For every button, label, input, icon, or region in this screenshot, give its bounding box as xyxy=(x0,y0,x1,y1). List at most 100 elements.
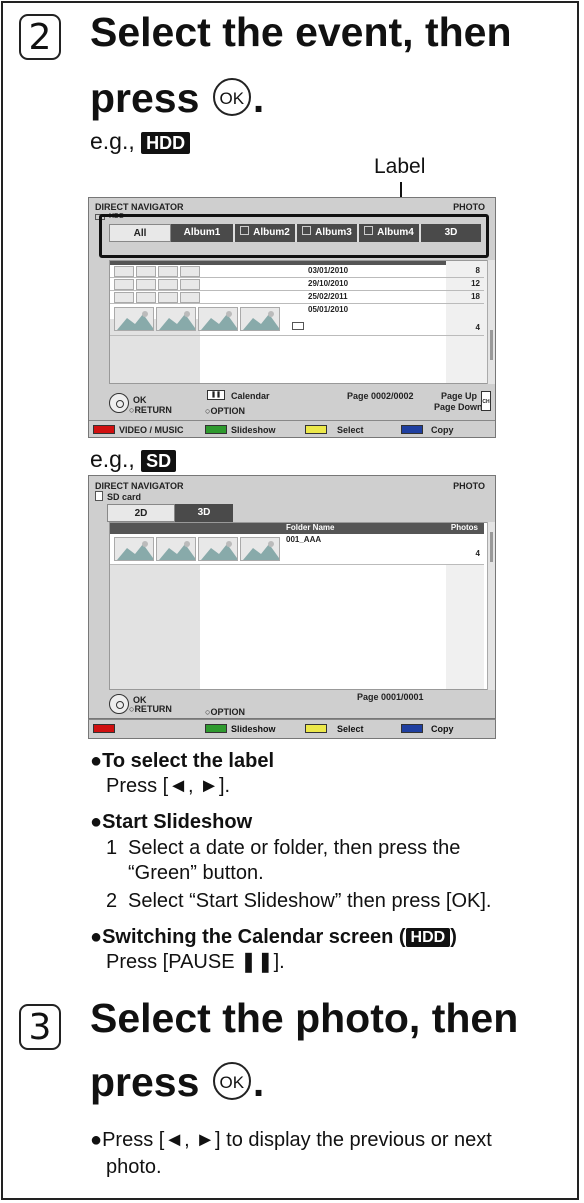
note-calendar-text: Press [PAUSE ❚❚]. xyxy=(106,951,285,973)
calendar-hint: Calendar xyxy=(231,391,270,401)
thumbnail xyxy=(180,292,200,303)
note-label-title: ●To select the label xyxy=(90,750,274,772)
photo-thumbnail xyxy=(198,307,238,331)
hdd-badge: HDD xyxy=(141,131,191,154)
dpad-icon xyxy=(109,393,129,413)
folder-list-panel: Folder Name Photos 001_AAA 4 xyxy=(109,522,489,690)
thumbnail-strip xyxy=(114,279,200,290)
dpad-icon xyxy=(109,694,129,714)
thumbnail xyxy=(158,292,178,303)
option-hint: ○OPTION xyxy=(205,707,245,717)
note-label-title-text: To select the label xyxy=(102,750,274,772)
drive-label: SD card xyxy=(107,492,142,502)
blue-button[interactable] xyxy=(401,425,423,434)
thumbnail-strip-large xyxy=(114,537,280,561)
scrollbar-thumb[interactable] xyxy=(490,532,493,562)
sd-card-icon xyxy=(95,491,103,501)
green-button-label: Slideshow xyxy=(231,724,276,734)
return-hint: ○RETURN xyxy=(129,405,172,415)
header-photos: Photos xyxy=(450,523,478,532)
green-button[interactable] xyxy=(205,724,227,733)
row-count: 4 xyxy=(475,549,480,558)
red-button[interactable] xyxy=(93,425,115,434)
slideshow-step-1-line1: Select a date or folder, then press the xyxy=(128,837,461,859)
eg-hdd: e.g., HDD xyxy=(90,128,191,155)
slideshow-step-1-line2: “Green” button. xyxy=(128,862,264,884)
slideshow-step-2-line1: Select “Start Slideshow” then press [OK]… xyxy=(128,890,492,912)
step-2-title-line2: press OK. xyxy=(90,74,264,122)
photo-thumbnail xyxy=(156,537,196,561)
pause-icon: ❚❚ xyxy=(207,390,225,400)
red-button-label: VIDEO / MUSIC xyxy=(119,425,184,435)
photo-thumbnail xyxy=(240,307,280,331)
page-up-hint: Page Up xyxy=(441,391,478,401)
step-3-title-line1: Select the photo, then xyxy=(90,995,519,1041)
note-slideshow-title: ●Start Slideshow xyxy=(90,811,253,833)
thumbnail xyxy=(114,279,134,290)
tab-3d[interactable]: 3D xyxy=(175,504,233,522)
color-button-bar: VIDEO / MUSIC Slideshow Select Copy xyxy=(89,420,495,438)
step-3-note-line2: photo. xyxy=(106,1156,162,1178)
thumbnail xyxy=(114,266,134,277)
tab-album3[interactable]: Album3 xyxy=(295,224,357,242)
sd-color-button-bar: Slideshow Select Copy xyxy=(88,719,496,739)
row-count: 8 xyxy=(475,266,480,275)
eg-prefix: e.g., xyxy=(90,446,135,472)
return-hint: ○RETURN xyxy=(129,704,172,714)
photo-thumbnail xyxy=(240,537,280,561)
ok-button-icon: OK xyxy=(212,78,251,117)
tab-all[interactable]: All xyxy=(109,224,171,242)
album-icon xyxy=(292,322,304,330)
yellow-button[interactable] xyxy=(305,425,327,434)
row-date: 25/02/2011 xyxy=(308,292,348,301)
thumbnail xyxy=(136,292,156,303)
eg-sd: e.g., SD xyxy=(90,446,177,473)
event-list-panel: 03/01/2010 8 29/10/2010 12 25/02/2011 18… xyxy=(109,260,489,384)
tab-album4-label: Album4 xyxy=(377,227,414,238)
tab-album2[interactable]: Album2 xyxy=(233,224,295,242)
step-3-period: . xyxy=(252,1059,265,1105)
step-2-number: 2 xyxy=(19,14,61,60)
thumbnail-strip-large xyxy=(114,307,280,331)
blue-button-label: Copy xyxy=(431,724,454,734)
thumbnail xyxy=(158,279,178,290)
slideshow-step-2-number: 2 xyxy=(106,890,118,912)
step-3-note-text: Press [◄, ►] to display the previous or … xyxy=(102,1129,492,1151)
thumbnail xyxy=(114,292,134,303)
label-callout: Label xyxy=(374,155,426,178)
page-indicator: Page 0002/0002 xyxy=(347,391,414,401)
tab-3d[interactable]: 3D xyxy=(419,224,481,242)
page-down-hint: Page Down xyxy=(434,402,483,412)
step-3-title-line2: press OK. xyxy=(90,1058,264,1106)
tab-2d[interactable]: 2D xyxy=(107,504,175,522)
photo-thumbnail xyxy=(198,537,238,561)
note-label-text: Press [◄, ►]. xyxy=(106,775,231,797)
row-count: 12 xyxy=(471,279,480,288)
empty-thumb-column xyxy=(110,565,200,689)
green-button[interactable] xyxy=(205,425,227,434)
photo-thumbnail xyxy=(114,537,154,561)
blue-button[interactable] xyxy=(401,724,423,733)
tab-album4[interactable]: Album4 xyxy=(357,224,419,242)
scrollbar-thumb[interactable] xyxy=(490,330,493,360)
option-hint: ○OPTION xyxy=(205,406,245,416)
screen-title: DIRECT NAVIGATOR xyxy=(95,202,184,212)
note-calendar-title: ●Switching the Calendar screen (HDD) xyxy=(90,926,457,948)
scrollbar[interactable] xyxy=(487,522,495,690)
row-folder-name: 001_AAA xyxy=(286,535,322,544)
photo-thumbnail xyxy=(114,307,154,331)
red-button[interactable] xyxy=(93,724,115,733)
scrollbar[interactable] xyxy=(487,260,495,384)
thumbnail xyxy=(180,266,200,277)
row-date: 29/10/2010 xyxy=(308,279,349,288)
yellow-button[interactable] xyxy=(305,724,327,733)
tab-album1[interactable]: Album1 xyxy=(171,224,233,242)
step-2-title-line1: Select the event, then xyxy=(90,9,512,55)
row-count: 18 xyxy=(471,292,480,301)
screen-mode: PHOTO xyxy=(453,481,485,491)
photo-thumbnail xyxy=(156,307,196,331)
note-calendar-title-end: ) xyxy=(450,926,457,948)
step-2-press-text: press xyxy=(90,75,200,121)
yellow-button-label: Select xyxy=(337,425,364,435)
thumbnail xyxy=(136,266,156,277)
